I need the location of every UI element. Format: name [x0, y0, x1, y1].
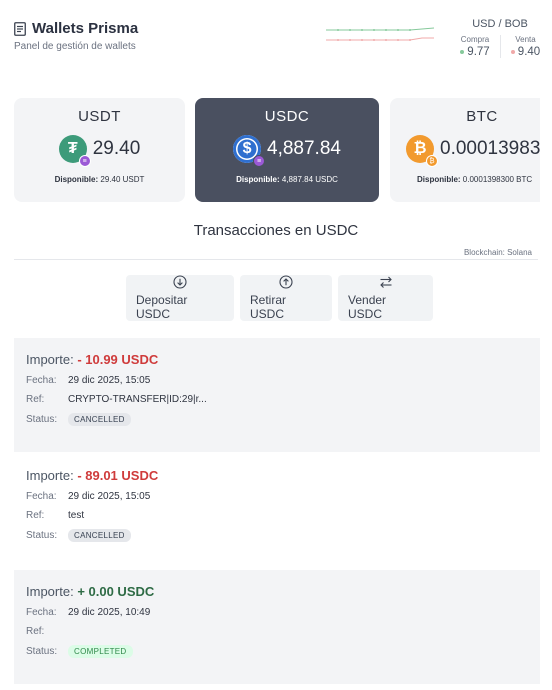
sell-dot: [510, 49, 515, 54]
tx-amount: Importe: + 0.00 USDC: [26, 584, 528, 599]
amount-value: + 0.00 USDC: [77, 584, 155, 599]
bitcoin-badge-icon: ₿: [426, 155, 438, 167]
divider: [14, 259, 538, 260]
date-value: 29 dic 2025, 10:49: [68, 607, 151, 618]
tx-date-row: Fecha: 29 dic 2025, 15:05: [26, 491, 528, 502]
ref-label: Ref:: [26, 626, 45, 637]
tx-amount: Importe: - 10.99 USDC: [26, 352, 528, 367]
sell-rate: Venta 9.40: [500, 35, 550, 58]
card-usdt[interactable]: USDT ₮ ≡ 29.40 Disponible: 29.40 USDT: [14, 98, 185, 202]
blockchain-label: Blockchain: Solana: [463, 248, 532, 257]
card-balance-row: ₿ ₿ 0.00013983: [390, 135, 540, 167]
arrow-down-circle-icon: [173, 275, 187, 289]
app-title: Wallets Prisma: [32, 20, 139, 37]
deposit-button[interactable]: Depositar USDC: [126, 275, 234, 321]
buy-value-row: 9.77: [450, 46, 500, 58]
section-title: Transacciones en USDC: [193, 222, 359, 239]
available-label: Disponible:: [417, 175, 461, 184]
card-name: USDC: [264, 108, 310, 125]
action-buttons: Depositar USDC Retirar USDC Vender USDC: [126, 275, 433, 321]
tx-date-row: Fecha: 29 dic 2025, 10:49: [26, 607, 528, 618]
tx-date-row: Fecha: 29 dic 2025, 15:05: [26, 375, 528, 386]
card-name: USDT: [78, 108, 121, 125]
ref-value: CRYPTO-TRANSFER|ID:29|r...: [68, 394, 207, 405]
date-label: Fecha:: [26, 491, 57, 502]
amount-value: - 89.01 USDC: [77, 468, 159, 483]
status-label: Status:: [26, 646, 58, 657]
status-label: Status:: [26, 414, 58, 425]
solana-badge-icon: ≡: [78, 155, 91, 167]
available-value: 4,887.84 USDC: [281, 175, 338, 184]
date-value: 29 dic 2025, 15:05: [68, 491, 151, 502]
tx-amount: Importe: - 89.01 USDC: [26, 468, 528, 483]
amount-label: Importe:: [26, 468, 74, 483]
solana-badge-icon: ≡: [253, 155, 266, 167]
card-available: Disponible: 4,887.84 USDC: [195, 175, 379, 184]
tx-status-row: Status: COMPLETED: [26, 645, 528, 658]
deposit-label: Depositar USDC: [136, 293, 188, 321]
status-badge: CANCELLED: [68, 529, 131, 542]
card-btc[interactable]: BTC ₿ ₿ 0.00013983 Disponible: 0.0001398…: [390, 98, 540, 202]
rate-sparkline: [326, 27, 435, 41]
sell-label: Vender USDC: [348, 293, 387, 321]
available-label: Disponible:: [54, 175, 99, 184]
transaction-card[interactable]: Importe: + 0.00 USDC Fecha: 29 dic 2025, …: [14, 570, 540, 684]
date-label: Fecha:: [26, 607, 57, 618]
header: Wallets Prisma Panel de gestión de walle…: [14, 18, 540, 70]
withdraw-button[interactable]: Retirar USDC: [240, 275, 332, 321]
usdc-icon: $ ≡: [233, 135, 266, 167]
ref-value: test: [68, 510, 85, 521]
amount-label: Importe:: [26, 352, 74, 367]
ref-label: Ref:: [26, 510, 45, 521]
buy-rate: Compra 9.77: [450, 35, 500, 58]
document-icon: [14, 21, 26, 36]
sell-value: 9.40: [517, 46, 541, 58]
tx-status-row: Status: CANCELLED: [26, 529, 528, 542]
transaction-card[interactable]: Importe: - 10.99 USDC Fecha: 29 dic 2025,…: [14, 338, 540, 452]
tether-icon: ₮ ≡: [58, 135, 91, 167]
swap-icon: [379, 276, 392, 288]
amount-value: - 10.99 USDC: [77, 352, 159, 367]
tx-ref-row: Ref: CRYPTO-TRANSFER|ID:29|r...: [26, 394, 528, 405]
card-available: Disponible: 0.0001398300 BTC: [390, 175, 540, 184]
available-value: 0.0001398300 BTC: [462, 175, 533, 184]
available-value: 29.40 USDT: [100, 175, 145, 184]
card-balance: 4,887.84: [267, 138, 341, 159]
buy-label: Compra: [460, 35, 490, 44]
buy-value: 9.77: [467, 46, 490, 58]
date-label: Fecha:: [26, 375, 57, 386]
buy-dot: [460, 49, 465, 54]
card-available: Disponible: 29.40 USDT: [14, 175, 185, 184]
bitcoin-icon: ₿ ₿: [406, 135, 438, 167]
withdraw-label: Retirar USDC: [250, 293, 287, 321]
status-label: Status:: [26, 530, 58, 541]
arrow-up-circle-icon: [279, 275, 293, 289]
currency-cards: USDT ₮ ≡ 29.40 Disponible: 29.40 USDT US…: [14, 98, 540, 202]
tx-ref-row: Ref:: [26, 626, 528, 637]
sell-label: Venta: [515, 35, 536, 44]
tx-status-row: Status: CANCELLED: [26, 413, 528, 426]
card-balance: 29.40: [92, 138, 141, 159]
rate-values: Compra 9.77 Venta 9.40: [450, 35, 550, 58]
card-usdc[interactable]: USDC $ ≡ 4,887.84 Disponible: 4,887.84 U…: [195, 98, 379, 202]
tx-ref-row: Ref: test: [26, 510, 528, 521]
card-name: BTC: [466, 108, 498, 125]
rate-pair: USD / BOB: [472, 18, 528, 30]
transaction-card[interactable]: Importe: - 89.01 USDC Fecha: 29 dic 2025,…: [14, 454, 540, 568]
card-balance-row: $ ≡ 4,887.84: [195, 135, 379, 167]
card-balance-row: ₮ ≡ 29.40: [14, 135, 185, 167]
card-balance: 0.00013983: [440, 138, 540, 159]
available-label: Disponible:: [236, 175, 280, 184]
sell-button[interactable]: Vender USDC: [338, 275, 433, 321]
date-value: 29 dic 2025, 15:05: [68, 375, 151, 386]
ref-label: Ref:: [26, 394, 45, 405]
amount-label: Importe:: [26, 584, 74, 599]
status-badge: COMPLETED: [68, 645, 133, 658]
status-badge: CANCELLED: [68, 413, 131, 426]
sell-value-row: 9.40: [501, 46, 550, 58]
